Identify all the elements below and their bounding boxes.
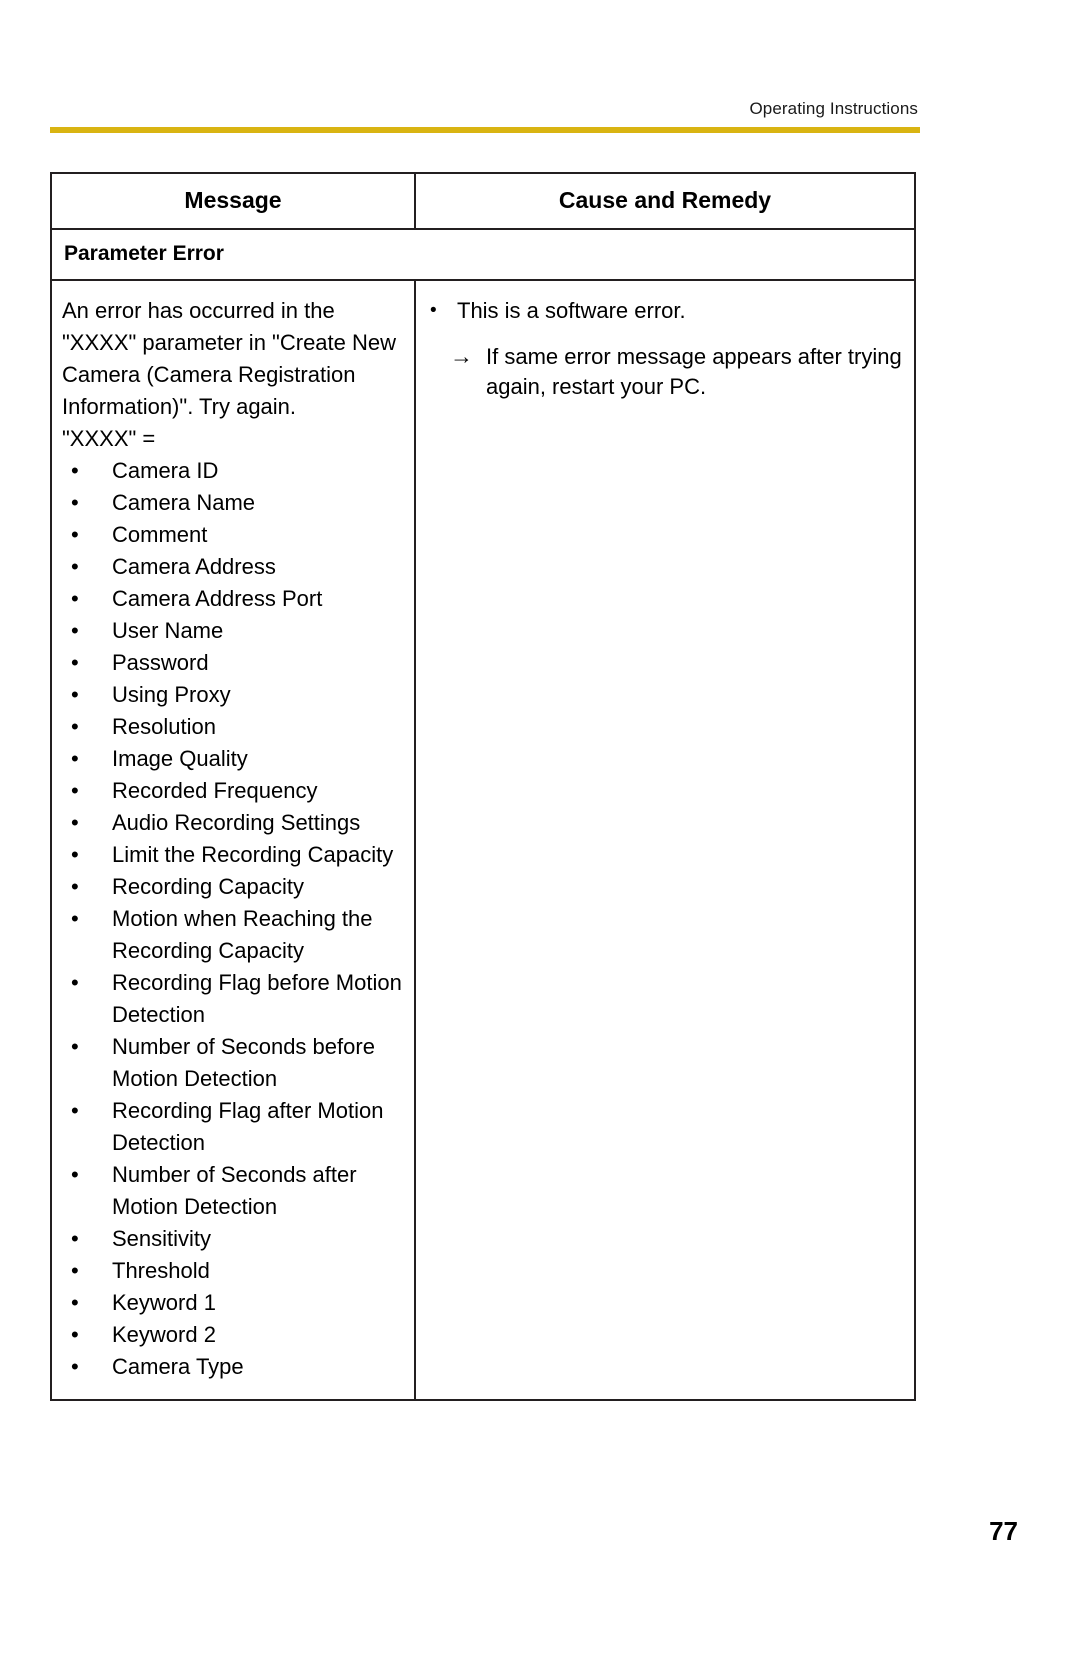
bullet-icon: • [71,1258,79,1283]
table-header-cell-cause: Cause and Remedy [416,174,914,228]
parameter-label: Camera Type [112,1354,244,1379]
document-page: Operating Instructions Message Cause and… [0,0,1080,1669]
parameter-label: Threshold [112,1258,210,1283]
bullet-icon: • [71,842,79,867]
parameter-label: Password [112,650,209,675]
parameter-list-item: • User Name [62,615,406,647]
parameter-label: Camera Address [112,554,276,579]
arrow-right-icon: → [450,343,473,369]
parameter-list-item: • Camera Name [62,487,406,519]
parameter-list-item: • Recorded Frequency [62,775,406,807]
page-header: Operating Instructions [50,98,920,133]
cause-and-remedy-cell: • This is a software error. → If same er… [416,281,914,1399]
parameter-list-item: • Recording Flag after Motion Detection [62,1095,406,1159]
table-body-row: An error has occurred in the "XXXX" para… [52,281,914,1399]
parameter-label: Camera Name [112,490,256,515]
parameter-label: Keyword 2 [112,1322,216,1347]
remedy-arrow-text: If same error message appears after tryi… [486,344,902,399]
header-title: Operating Instructions [749,99,918,118]
parameter-list-item: • Using Proxy [62,679,406,711]
bullet-icon: • [71,586,79,611]
bullet-icon: • [71,1034,79,1059]
bullet-icon: • [71,906,79,931]
bullet-icon: • [71,554,79,579]
table-section-cell: Parameter Error [52,230,914,279]
parameter-label: Number of Seconds after Motion Detection [112,1162,357,1219]
bullet-icon: • [71,1226,79,1251]
parameter-label: Image Quality [112,746,248,771]
message-legend: "XXXX" = [62,426,156,451]
parameter-label: Keyword 1 [112,1290,216,1315]
page-number: 77 [989,1516,1018,1546]
bullet-icon: • [71,746,79,771]
parameter-list-item: • Camera Type [62,1351,406,1383]
parameter-label: Limit the Recording Capacity [112,842,394,867]
parameter-list-item: • Camera Address Port [62,583,406,615]
parameter-list-item: • Number of Seconds before Motion Detecti… [62,1031,406,1095]
parameter-label: Camera ID [112,458,219,483]
parameter-list-item: • Camera ID [62,455,406,487]
column-header-cause-and-remedy: Cause and Remedy [558,187,772,213]
bullet-icon: • [71,1290,79,1315]
remedy-arrow-item: → If same error message appears after tr… [430,342,904,402]
message-cell: An error has occurred in the "XXXX" para… [52,281,416,1399]
bullet-icon: • [71,714,79,739]
bullet-icon: • [71,458,79,483]
parameter-list-item: • Sensitivity [62,1223,406,1255]
parameter-label: Resolution [112,714,216,739]
parameter-label: Recording Capacity [112,874,304,899]
parameter-label: Number of Seconds before Motion Detectio… [112,1034,375,1091]
parameter-list: • Camera ID • Camera Name • Comment • Camera Ad… [62,455,406,1383]
bullet-icon: • [430,300,437,321]
bullet-icon: • [71,522,79,547]
parameter-label: Recorded Frequency [112,778,318,803]
parameter-list-item: • Password [62,647,406,679]
parameter-list-item: • Keyword 1 [62,1287,406,1319]
parameter-label: Audio Recording Settings [112,810,361,835]
bullet-icon: • [71,874,79,899]
remedy-list-item: • This is a software error. [430,295,904,327]
parameter-label: Comment [112,522,208,547]
bullet-icon: • [71,778,79,803]
table-header-row: Message Cause and Remedy [52,174,914,230]
bullet-icon: • [71,970,79,995]
parameter-list-item: • Resolution [62,711,406,743]
parameter-list-item: • Image Quality [62,743,406,775]
message-table: Message Cause and Remedy Parameter Error… [50,172,916,1401]
parameter-label: Sensitivity [112,1226,212,1251]
parameter-label: Recording Flag before Motion Detection [112,970,402,1027]
parameter-list-item: • Recording Flag before Motion Detection [62,967,406,1031]
parameter-list-item: • Threshold [62,1255,406,1287]
table-section-row: Parameter Error [52,230,914,281]
parameter-list-item: • Camera Address [62,551,406,583]
parameter-list-item: • Keyword 2 [62,1319,406,1351]
message-paragraph: An error has occurred in the "XXXX" para… [62,298,397,419]
bullet-icon: • [71,490,79,515]
bullet-icon: • [71,810,79,835]
parameter-list-item: • Number of Seconds after Motion Detectio… [62,1159,406,1223]
bullet-icon: • [71,682,79,707]
parameter-list-item: • Comment [62,519,406,551]
parameter-list-item: • Audio Recording Settings [62,807,406,839]
section-title: Parameter Error [64,242,224,265]
parameter-label: User Name [112,618,224,643]
parameter-list-item: • Motion when Reaching the Recording Capa… [62,903,406,967]
remedy-list: • This is a software error. [430,295,904,327]
bullet-icon: • [71,1162,79,1187]
bullet-icon: • [71,618,79,643]
header-rule [50,127,920,133]
parameter-label: Recording Flag after Motion Detection [112,1098,384,1155]
remedy-text: This is a software error. [457,298,686,323]
parameter-label: Using Proxy [112,682,231,707]
table-header-cell-message: Message [52,174,416,228]
bullet-icon: • [71,650,79,675]
bullet-icon: • [71,1354,79,1379]
bullet-icon: • [71,1098,79,1123]
parameter-label: Motion when Reaching the Recording Capac… [112,906,373,963]
parameter-label: Camera Address Port [112,586,323,611]
bullet-icon: • [71,1322,79,1347]
column-header-message: Message [184,187,282,213]
parameter-list-item: • Recording Capacity [62,871,406,903]
parameter-list-item: • Limit the Recording Capacity [62,839,406,871]
